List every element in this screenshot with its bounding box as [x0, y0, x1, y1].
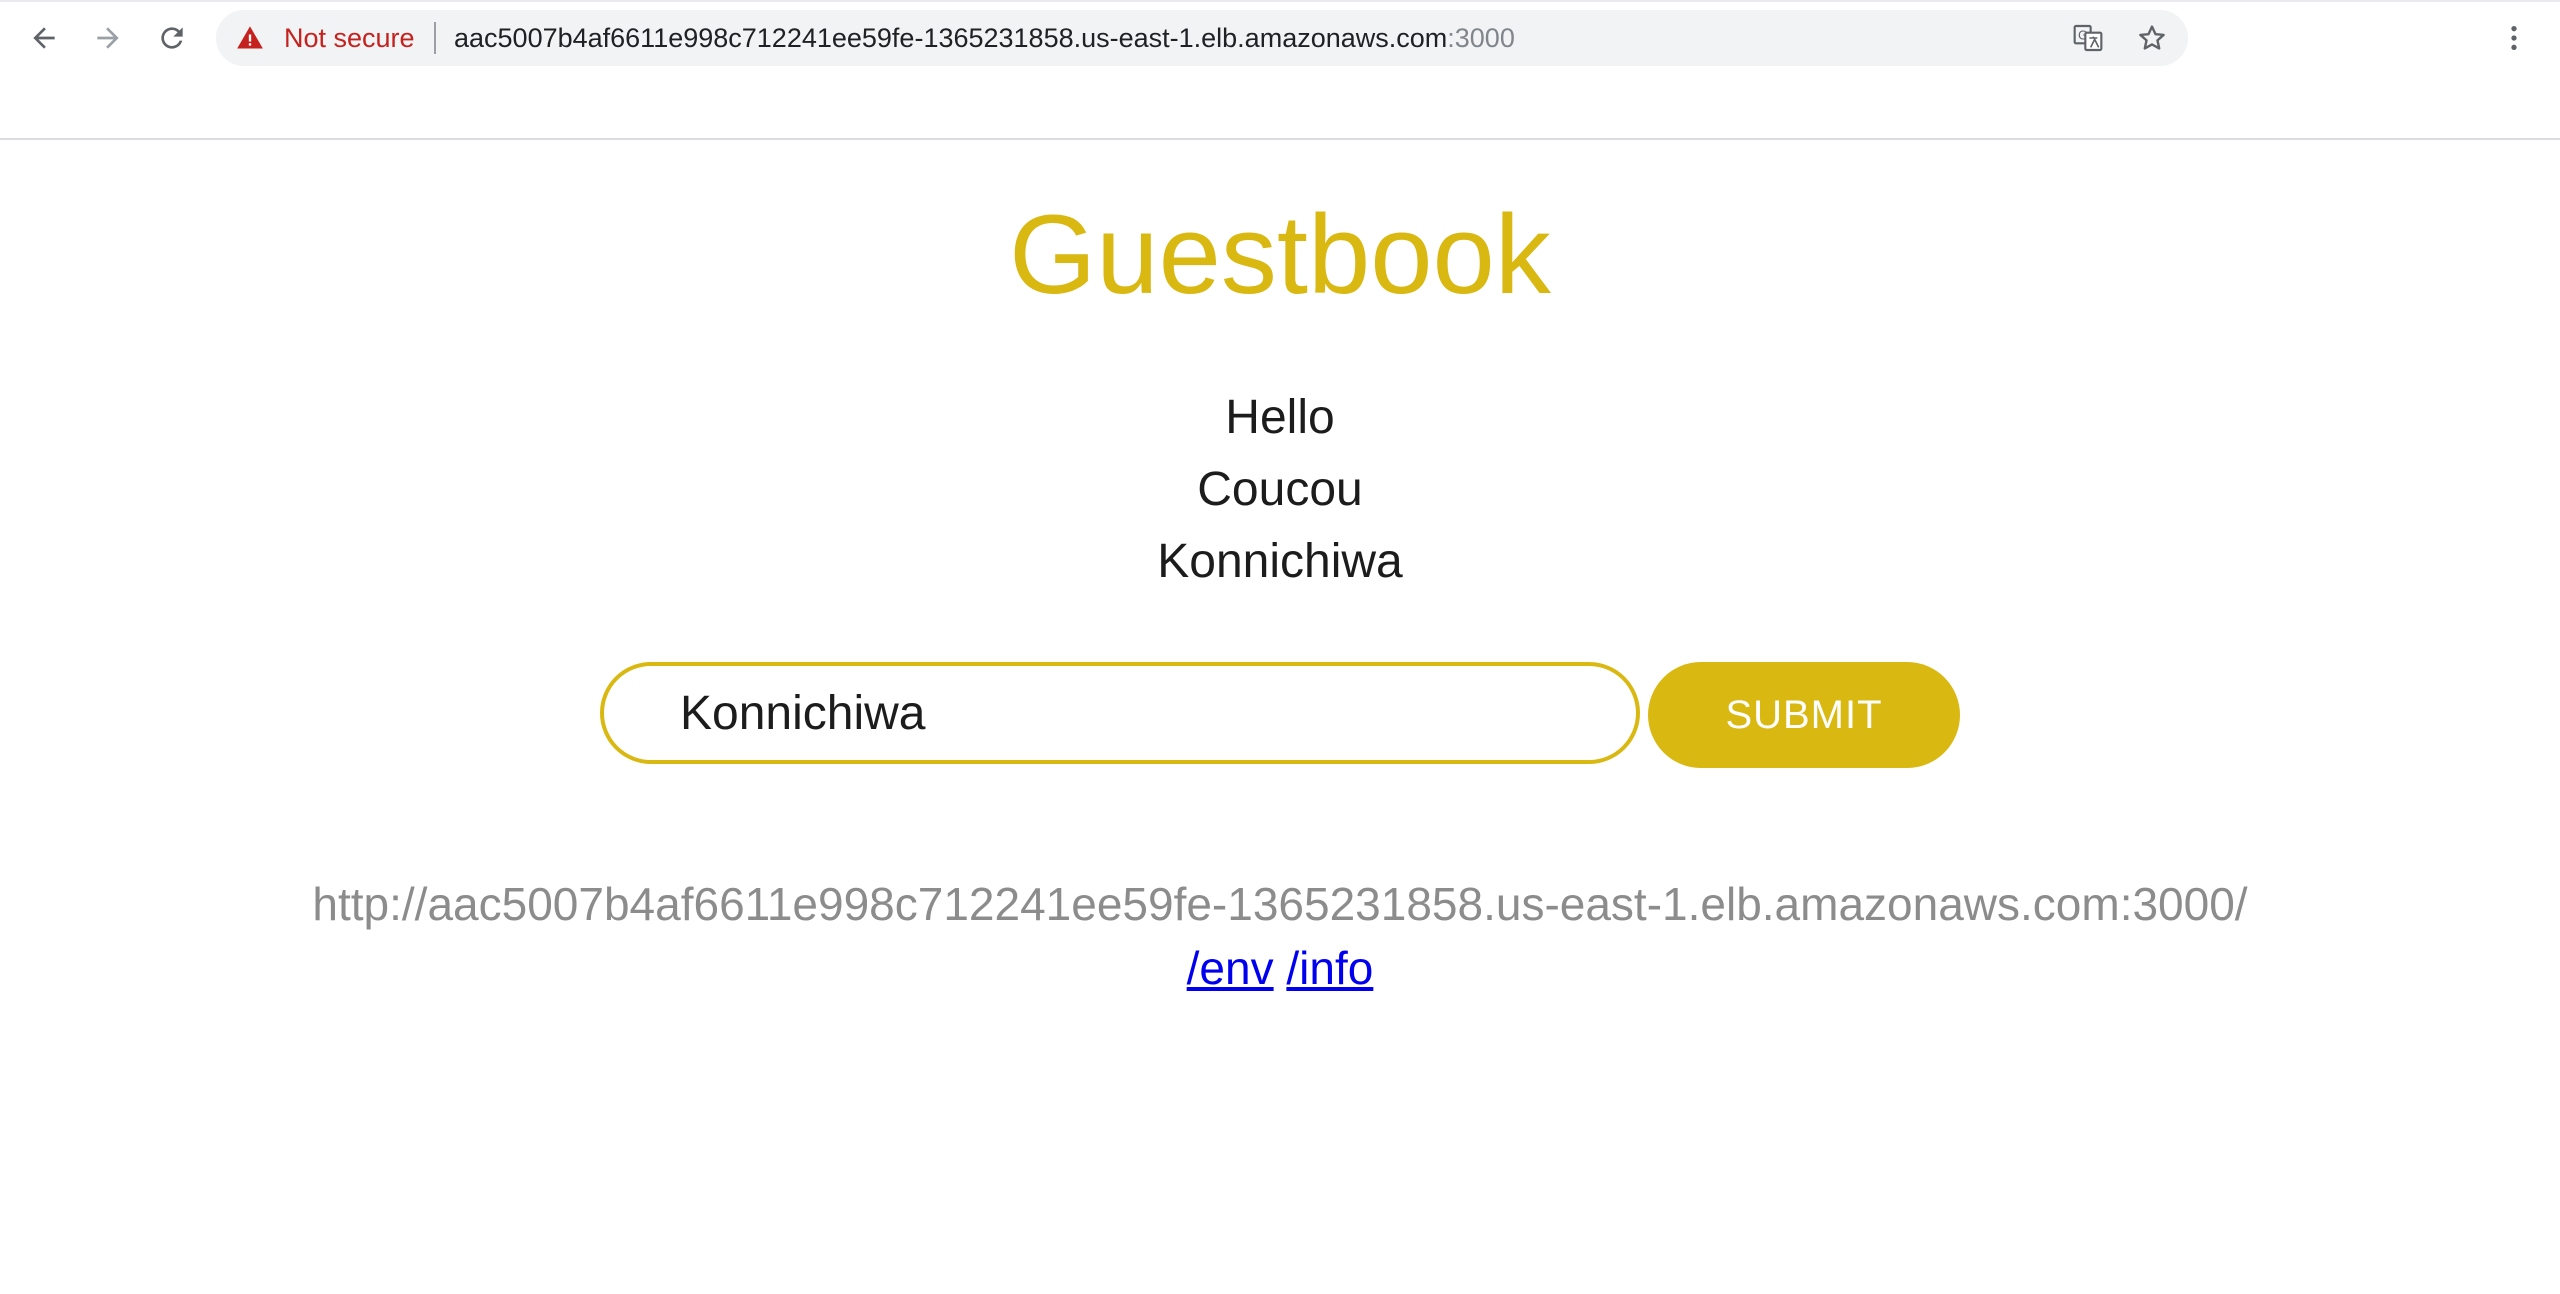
- guestbook-message-input[interactable]: [600, 662, 1640, 764]
- guestbook-entry: Hello: [1225, 391, 1335, 444]
- page-title: Guestbook: [1009, 192, 1551, 317]
- env-link[interactable]: /env: [1187, 942, 1274, 994]
- submit-button[interactable]: SUBMIT: [1648, 662, 1960, 768]
- warning-triangle-icon: [237, 26, 263, 49]
- page-content: Guestbook Hello Coucou Konnichiwa SUBMIT…: [0, 142, 2560, 1294]
- browser-menu-button[interactable]: [2490, 14, 2538, 62]
- footer-links: /env /info: [0, 936, 2560, 1000]
- guestbook-entry: Coucou: [1197, 463, 1363, 516]
- reload-button[interactable]: [148, 14, 196, 62]
- host-url-text: http://aac5007b4af6611e998c712241ee59fe-…: [312, 878, 2248, 930]
- arrow-left-icon: [33, 27, 55, 49]
- reload-icon: [161, 27, 183, 49]
- translate-icon[interactable]: G: [2072, 22, 2104, 54]
- url-text[interactable]: aac5007b4af6611e998c712241ee59fe-1365231…: [454, 24, 1515, 52]
- url-host: aac5007b4af6611e998c712241ee59fe-1365231…: [454, 23, 1448, 53]
- guestbook-entries: Hello Coucou Konnichiwa: [0, 382, 2560, 598]
- back-button[interactable]: [20, 14, 68, 62]
- browser-toolbar: Not secure aac5007b4af6611e998c712241ee5…: [0, 0, 2560, 140]
- omnibox-separator: [434, 22, 436, 54]
- forward-button[interactable]: [84, 14, 132, 62]
- arrow-right-icon: [97, 27, 119, 49]
- star-icon[interactable]: [2136, 22, 2168, 54]
- kebab-menu-icon: [2511, 26, 2517, 50]
- url-port: :3000: [1447, 23, 1515, 53]
- address-bar[interactable]: Not secure aac5007b4af6611e998c712241ee5…: [216, 10, 2188, 66]
- not-secure-label[interactable]: Not secure: [284, 24, 415, 52]
- tab-strip-edge: [0, 0, 2560, 2]
- info-link[interactable]: /info: [1286, 942, 1373, 994]
- guestbook-entry: Konnichiwa: [1157, 535, 1403, 588]
